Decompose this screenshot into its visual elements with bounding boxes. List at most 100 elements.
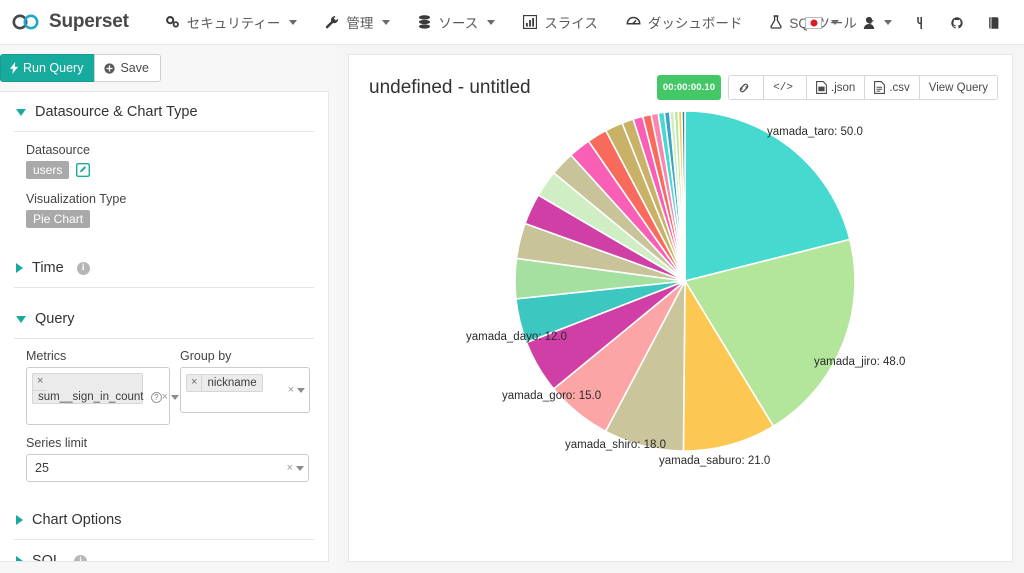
series-limit-label: Series limit [26, 436, 88, 451]
caret-down-icon [16, 315, 26, 323]
nav-item-security[interactable]: セキュリティー [151, 6, 312, 38]
metrics-input[interactable]: × sum__sign_in_count ? × [26, 367, 179, 426]
remove-metric-icon[interactable]: × [33, 374, 48, 392]
nav-item-slices[interactable]: スライス [509, 6, 612, 38]
info-icon[interactable]: i [76, 261, 90, 275]
section-header-query[interactable]: Query [14, 299, 314, 338]
visualization-type-field: Visualization Type Pie Chart [14, 185, 314, 234]
clear-series-limit-icon[interactable]: × [287, 462, 293, 474]
book-icon [988, 16, 1000, 30]
navbar-right-menu [793, 0, 1012, 45]
group-by-field: Group by × nickname × [180, 349, 310, 425]
nav-item-manage[interactable]: 管理 [311, 6, 404, 38]
section-header-datasource[interactable]: Datasource & Chart Type [14, 92, 314, 131]
version-fork-link[interactable] [904, 10, 938, 36]
run-query-label: Run Query [23, 61, 84, 75]
group-by-label: Group by [180, 349, 232, 364]
section-title: Datasource & Chart Type [35, 104, 198, 121]
group-by-token[interactable]: × nickname [186, 374, 263, 393]
section-sql: SQL i [14, 541, 314, 562]
code-icon: </> [773, 81, 794, 94]
navbar-menu: セキュリティー 管理 ソース スライス ダッシュボード SQLツール [151, 6, 888, 38]
chart-action-bar: 00:00:00.10 </> .json .csv View Query [656, 75, 998, 100]
superset-infinity-logo-icon [12, 14, 40, 30]
metric-help-icon[interactable]: ? [150, 392, 162, 404]
save-button[interactable]: Save [94, 54, 161, 83]
language-selector[interactable] [793, 11, 851, 35]
view-query-label: View Query [928, 81, 988, 94]
view-query-button[interactable]: View Query [919, 76, 997, 99]
caret-right-icon [16, 556, 23, 562]
series-limit-field: Series limit 25 × [14, 425, 314, 488]
remove-group-by-icon[interactable]: × [187, 375, 203, 392]
query-timer-badge: 00:00:00.10 [656, 75, 722, 100]
pie-slice-label: yamada_jiro: 48.0 [814, 356, 906, 368]
section-header-sql[interactable]: SQL i [14, 541, 314, 562]
section-chart-options: Chart Options [14, 500, 314, 541]
section-query: Query Metrics × sum__sign_in_count ? × G… [14, 299, 314, 488]
section-title: Query [35, 311, 75, 328]
info-icon[interactable]: i [74, 554, 88, 562]
chevron-down-icon [884, 20, 892, 25]
wrench-icon [325, 15, 339, 29]
metric-token-label: sum__sign_in_count [38, 391, 144, 404]
dashboard-icon [626, 15, 641, 29]
pie-slice-label: yamada_dayo: 12.0 [466, 331, 568, 343]
github-link[interactable] [938, 10, 976, 36]
group-by-controls[interactable]: × [288, 384, 305, 396]
control-panel-card: Datasource & Chart Type Datasource users [0, 91, 329, 563]
section-title: SQL [32, 553, 62, 563]
section-time: Time i [14, 248, 314, 289]
series-limit-controls[interactable]: × [287, 462, 304, 474]
pie-slice-label: yamada_goro: 15.0 [502, 390, 602, 402]
run-query-button[interactable]: Run Query [0, 54, 95, 83]
visualization-type-value[interactable]: Pie Chart [26, 210, 91, 229]
export-csv-button[interactable]: .csv [865, 76, 920, 99]
export-csv-label: .csv [889, 81, 910, 94]
nav-item-dashboards[interactable]: ダッシュボード [612, 6, 757, 38]
nav-item-label: ダッシュボード [647, 16, 743, 31]
series-limit-value: 25 [35, 461, 49, 476]
cogs-icon [165, 15, 180, 29]
section-datasource-chart-type: Datasource & Chart Type Datasource users [14, 92, 314, 234]
brand-logo[interactable]: Superset [12, 11, 129, 33]
flask-icon [770, 15, 783, 29]
query-toolbar: Run Query Save [0, 54, 329, 83]
nav-item-label: 管理 [346, 16, 374, 31]
clear-metrics-icon[interactable]: × [162, 391, 168, 403]
section-title: Time [32, 260, 64, 277]
caret-down-icon [16, 108, 26, 116]
nav-item-sources[interactable]: ソース [404, 6, 509, 38]
chevron-down-icon [831, 20, 839, 25]
top-navbar: Superset セキュリティー 管理 ソース スライス ダッシュボード SQL… [0, 0, 1024, 45]
japan-flag-icon [805, 16, 822, 29]
edit-pencil-icon[interactable] [76, 163, 91, 178]
caret-right-icon [16, 263, 23, 274]
clear-group-by-icon[interactable]: × [288, 384, 294, 396]
divider [14, 287, 314, 289]
nav-item-label: セキュリティー [186, 16, 281, 31]
user-menu[interactable] [851, 10, 904, 36]
section-header-chart-options[interactable]: Chart Options [14, 500, 314, 539]
series-limit-input[interactable]: 25 × [26, 454, 309, 483]
chevron-down-icon[interactable] [296, 465, 304, 471]
datasource-value[interactable]: users [26, 161, 70, 180]
documentation-link[interactable] [976, 10, 1012, 36]
group-by-input[interactable]: × nickname × [180, 367, 310, 414]
export-json-button[interactable]: .json [807, 76, 866, 99]
section-header-time[interactable]: Time i [14, 248, 314, 287]
link-icon [738, 82, 750, 94]
metric-token[interactable]: × sum__sign_in_count ? [32, 373, 162, 405]
share-link-button[interactable] [729, 76, 765, 99]
database-icon [418, 15, 431, 29]
chevron-down-icon[interactable] [297, 387, 305, 393]
chevron-down-icon [382, 19, 391, 25]
datasource-field: Datasource users [14, 132, 314, 185]
file-csv-icon [874, 81, 886, 94]
workspace: Run Query Save Datasource & Chart Type D… [0, 45, 1024, 573]
visualization-type-label: Visualization Type [26, 192, 127, 207]
metrics-controls[interactable]: × [162, 391, 179, 403]
embed-code-button[interactable]: </> [764, 76, 808, 99]
pie-chart-area: yamada_taro: 50.0 yamada_jiro: 48.0 yamada… [349, 99, 1012, 529]
chevron-down-icon[interactable] [171, 394, 179, 400]
